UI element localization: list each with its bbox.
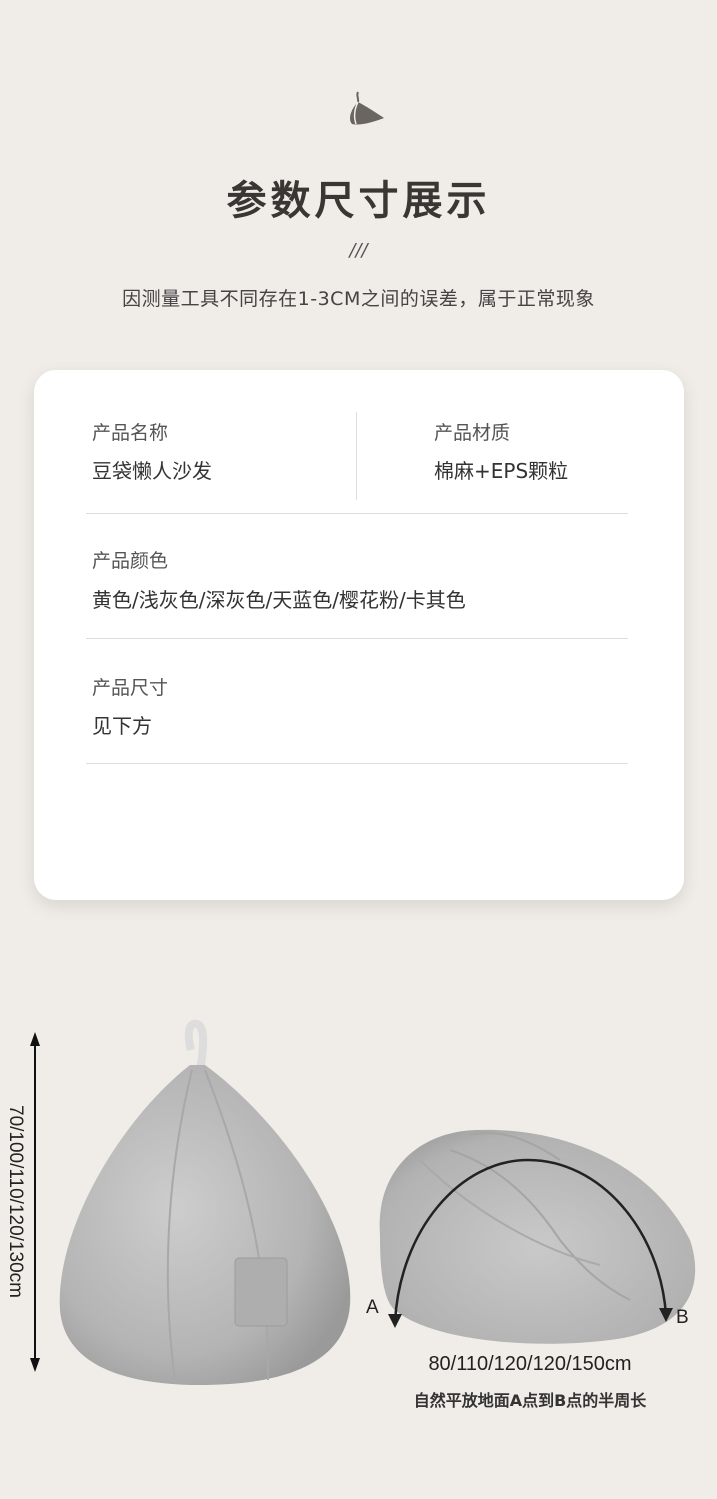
material-label: 产品材质 <box>434 422 511 444</box>
decorative-slashes: /// <box>349 240 368 261</box>
material-value: 棉麻+EPS颗粒 <box>434 459 569 483</box>
flat-beanbag-image <box>379 1129 696 1344</box>
point-a-label: A <box>366 1297 379 1318</box>
divider-line <box>86 763 628 764</box>
page-title: 参数尺寸展示 <box>226 178 491 224</box>
color-label: 产品颜色 <box>92 550 169 572</box>
product-spec-page: 参数尺寸展示 /// 因测量工具不同存在1-3CM之间的误差，属于正常现象 产品… <box>0 0 717 1499</box>
teardrop-beanbag-logo-icon <box>350 91 384 125</box>
height-dimension-text: 70/100/110/120/130cm <box>5 1105 26 1298</box>
spec-card: 产品名称 豆袋懒人沙发 产品材质 棉麻+EPS颗粒 产品颜色 黄色/浅灰色/深灰… <box>34 370 684 900</box>
divider-line <box>86 513 628 514</box>
column-divider <box>356 412 357 500</box>
size-label: 产品尺寸 <box>92 677 169 699</box>
product-name-label: 产品名称 <box>92 422 169 444</box>
divider-line <box>86 638 628 639</box>
measurement-disclaimer: 因测量工具不同存在1-3CM之间的误差，属于正常现象 <box>122 288 595 310</box>
size-value: 见下方 <box>92 714 152 738</box>
product-name-value: 豆袋懒人沙发 <box>92 459 212 483</box>
color-value: 黄色/浅灰色/深灰色/天蓝色/樱花粉/卡其色 <box>92 588 466 612</box>
height-arrow <box>30 1032 40 1372</box>
point-b-label: B <box>676 1307 689 1328</box>
width-dimension-note: 自然平放地面A点到B点的半周长 <box>413 1391 647 1410</box>
upright-beanbag-image <box>59 1019 351 1385</box>
width-dimension-text: 80/110/120/120/150cm <box>428 1353 632 1375</box>
